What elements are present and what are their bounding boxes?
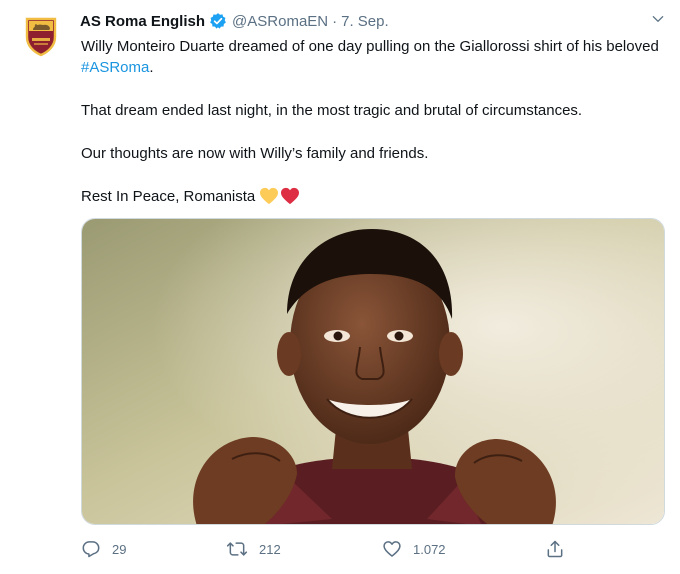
tweet-actions: 29 212 1.072 <box>81 537 581 561</box>
tweet-header: AS Roma English @ASRomaEN · 7. Sep. <box>80 11 664 31</box>
paragraph-1-text: Willy Monteiro Duarte dreamed of one day… <box>81 38 659 55</box>
red-heart-icon <box>281 187 300 205</box>
roma-crest-icon <box>25 17 57 57</box>
share-button[interactable] <box>545 537 565 561</box>
verified-badge-icon <box>209 12 227 30</box>
like-button[interactable]: 1.072 <box>382 537 446 561</box>
reply-count: 29 <box>112 541 127 557</box>
paragraph-1-end: . <box>149 59 154 76</box>
avatar[interactable] <box>17 11 65 59</box>
separator: · <box>332 12 338 30</box>
like-count: 1.072 <box>413 541 446 557</box>
reply-button[interactable]: 29 <box>81 537 126 561</box>
heart-icon <box>383 541 401 557</box>
tweet-paragraph-1: Willy Monteiro Duarte dreamed of one day… <box>81 36 666 78</box>
tweet[interactable]: AS Roma English @ASRomaEN · 7. Sep. Will… <box>0 0 680 574</box>
chevron-down-icon[interactable] <box>648 9 668 29</box>
author-name[interactable]: AS Roma English <box>80 13 205 30</box>
tweet-paragraph-4: Rest In Peace, Romanista <box>81 186 666 207</box>
tweet-paragraph-2: That dream ended last night, in the most… <box>81 102 583 119</box>
portrait-photo <box>82 219 664 524</box>
share-icon <box>547 540 563 558</box>
paragraph-4-text: Rest In Peace, Romanista <box>81 188 256 205</box>
tweet-date[interactable]: 7. Sep. <box>341 13 389 30</box>
reply-icon <box>82 541 100 558</box>
tweet-image[interactable] <box>81 218 665 525</box>
hashtag-link[interactable]: #ASRoma <box>81 59 149 76</box>
retweet-count: 212 <box>259 541 281 557</box>
retweet-button[interactable]: 212 <box>226 537 281 561</box>
retweet-icon <box>226 542 248 556</box>
emoji-group <box>259 187 300 205</box>
tweet-text: Willy Monteiro Duarte dreamed of one day… <box>81 36 666 207</box>
author-handle[interactable]: @ASRomaEN <box>232 13 328 30</box>
yellow-heart-icon <box>260 187 279 205</box>
tweet-paragraph-3: Our thoughts are now with Willy’s family… <box>81 145 429 162</box>
